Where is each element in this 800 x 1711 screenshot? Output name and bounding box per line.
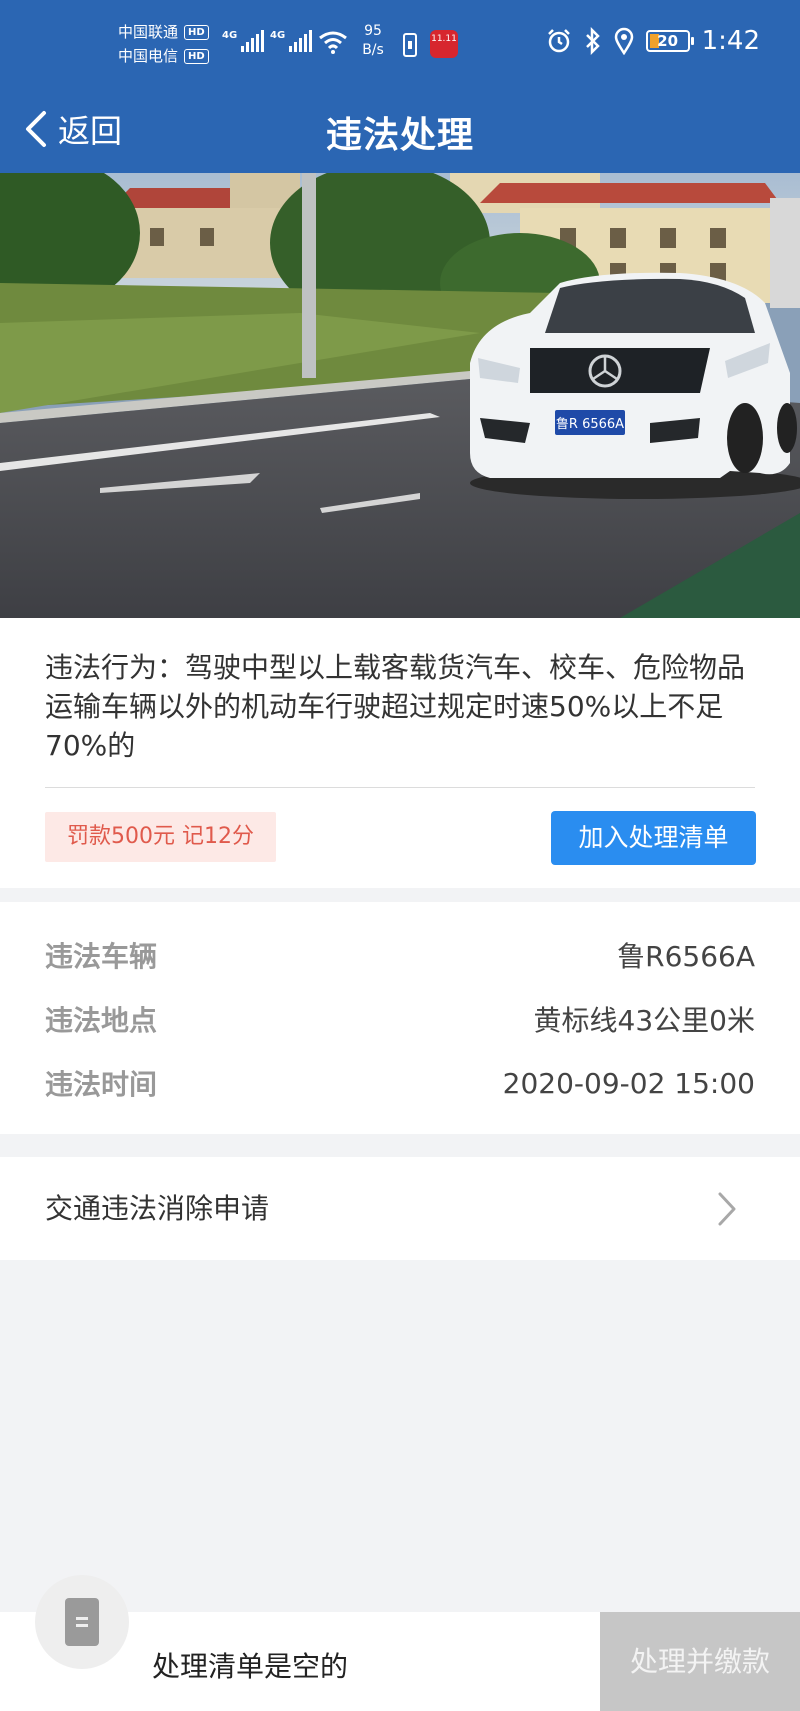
detail-label: 违法车辆 bbox=[45, 940, 158, 973]
location-icon bbox=[614, 27, 633, 55]
carrier-name-2: 中国电信 bbox=[118, 47, 179, 65]
detail-value: 鲁R6566A bbox=[617, 940, 755, 973]
details-card: 违法车辆 鲁R6566A 违法地点 黄标线43公里0米 违法时间 2020-09… bbox=[0, 902, 800, 1134]
detail-label: 违法地点 bbox=[45, 1004, 158, 1037]
shopping-app-icon: 11.11 bbox=[430, 30, 458, 58]
header: 中国联通 HD 中国电信 HD 4G 4G 95 B/s 11.11 20 1:… bbox=[0, 0, 800, 173]
processing-list-button[interactable] bbox=[35, 1575, 129, 1669]
nav-bar: 返回 违法处理 bbox=[0, 92, 800, 173]
page-title: 违法处理 bbox=[325, 115, 474, 156]
chevron-right-icon bbox=[718, 1192, 736, 1226]
appeal-link[interactable]: 交通违法消除申请 bbox=[0, 1157, 800, 1260]
carrier-name-1: 中国联通 bbox=[118, 23, 179, 41]
appeal-label: 交通违法消除申请 bbox=[45, 1192, 270, 1225]
alarm-icon bbox=[547, 29, 570, 53]
detail-row-time: 违法时间 2020-09-02 15:00 bbox=[45, 1063, 755, 1103]
violation-photo[interactable]: 鲁R 6566A bbox=[0, 173, 800, 618]
hd-badge: HD bbox=[184, 48, 209, 64]
detail-row-vehicle: 违法车辆 鲁R6566A bbox=[45, 935, 755, 975]
battery-saver-icon bbox=[403, 33, 417, 57]
clock: 1:42 bbox=[701, 26, 760, 56]
detail-value: 黄标线43公里0米 bbox=[533, 1004, 755, 1037]
violation-photo-image: 鲁R 6566A bbox=[0, 173, 800, 618]
divider bbox=[45, 787, 755, 788]
process-and-pay-button[interactable]: 处理并缴款 bbox=[600, 1612, 800, 1711]
status-right: 20 1:42 bbox=[546, 26, 760, 56]
wifi-icon bbox=[319, 31, 347, 54]
signal-strength-icon: 4G bbox=[222, 30, 265, 52]
bluetooth-icon bbox=[585, 27, 600, 55]
detail-row-location: 违法地点 黄标线43公里0米 bbox=[45, 999, 755, 1039]
network-speed: 95 B/s bbox=[362, 23, 384, 58]
fine-badge: 罚款500元 记12分 bbox=[45, 812, 276, 862]
signal-strength-icon: 4G bbox=[270, 30, 313, 52]
battery-icon: 20 bbox=[645, 30, 694, 52]
violation-description: 违法行为：驾驶中型以上载客载货汽车、校车、危险物品运输车辆以外的机动车行驶超过规… bbox=[45, 651, 746, 762]
status-bar: 中国联通 HD 中国电信 HD 4G 4G 95 B/s 11.11 20 1:… bbox=[0, 0, 800, 92]
hd-badge: HD bbox=[184, 24, 209, 40]
add-to-list-button[interactable]: 加入处理清单 bbox=[551, 811, 756, 865]
empty-list-text: 处理清单是空的 bbox=[152, 1650, 349, 1683]
detail-value: 2020-09-02 15:00 bbox=[502, 1066, 755, 1100]
detail-label: 违法时间 bbox=[45, 1068, 158, 1101]
carrier-info: 中国联通 HD 中国电信 HD bbox=[118, 20, 209, 68]
license-plate-text: 鲁R 6566A bbox=[556, 417, 624, 432]
document-icon bbox=[65, 1598, 99, 1646]
